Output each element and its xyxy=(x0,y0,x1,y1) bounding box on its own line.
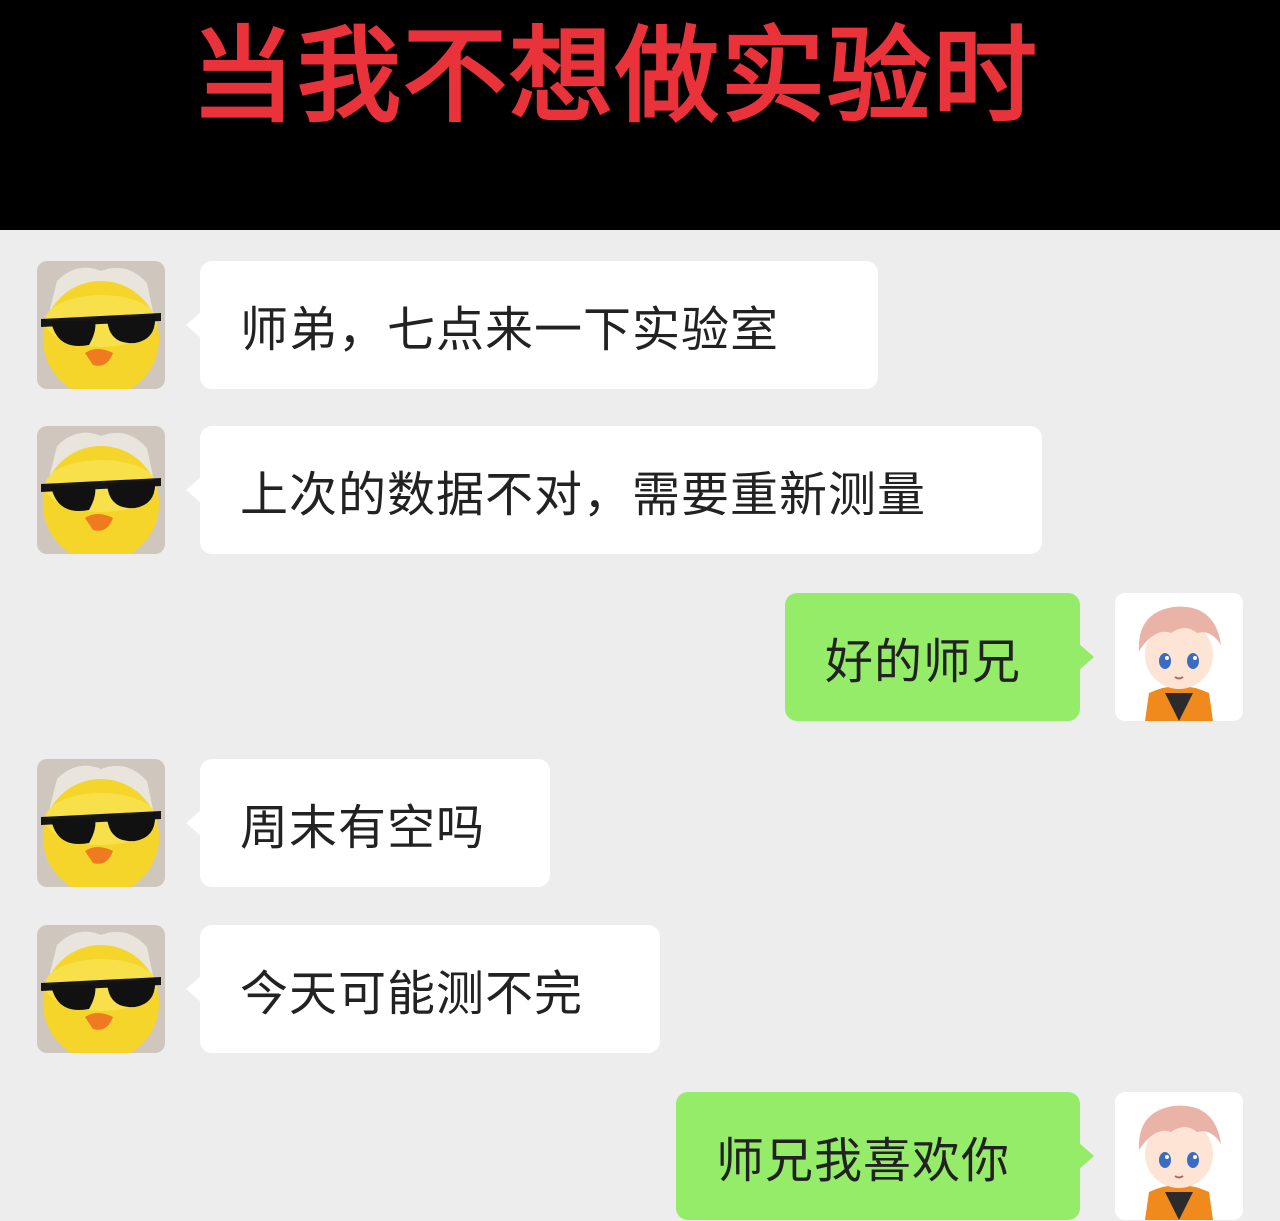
duck-sunglasses-icon xyxy=(37,925,165,1053)
page-title: 当我不想做实验时 xyxy=(190,15,1039,137)
duck-avatar[interactable] xyxy=(37,925,165,1053)
boy-avatar[interactable] xyxy=(1115,1092,1243,1220)
boy-avatar[interactable] xyxy=(1115,593,1243,721)
anime-boy-icon xyxy=(1115,1092,1243,1220)
message-bubble[interactable]: 今天可能测不完 xyxy=(186,925,660,1053)
duck-sunglasses-icon xyxy=(37,261,165,389)
message-text: 好的师兄 xyxy=(825,634,1022,690)
message-bubble[interactable]: 师弟，七点来一下实验室 xyxy=(186,261,878,389)
chat-area[interactable]: 师弟，七点来一下实验室 上次的数据不对，需要重新测量 好的师兄 周末有空吗 今天… xyxy=(0,230,1280,1221)
duck-avatar[interactable] xyxy=(37,759,165,887)
duck-avatar[interactable] xyxy=(37,261,165,389)
duck-sunglasses-icon xyxy=(37,759,165,887)
message-bubble[interactable]: 师兄我喜欢你 xyxy=(676,1092,1094,1220)
message-bubble[interactable]: 好的师兄 xyxy=(785,593,1094,721)
message-bubble[interactable]: 上次的数据不对，需要重新测量 xyxy=(186,426,1042,554)
message-text: 今天可能测不完 xyxy=(240,966,584,1022)
title-banner: 当我不想做实验时 xyxy=(0,0,1280,230)
message-text: 师弟，七点来一下实验室 xyxy=(240,302,780,358)
message-text: 师兄我喜欢你 xyxy=(716,1133,1011,1189)
anime-boy-icon xyxy=(1115,593,1243,721)
message-text: 上次的数据不对，需要重新测量 xyxy=(240,467,927,523)
duck-avatar[interactable] xyxy=(37,426,165,554)
message-text: 周末有空吗 xyxy=(240,800,486,856)
message-bubble[interactable]: 周末有空吗 xyxy=(186,759,550,887)
duck-sunglasses-icon xyxy=(37,426,165,554)
